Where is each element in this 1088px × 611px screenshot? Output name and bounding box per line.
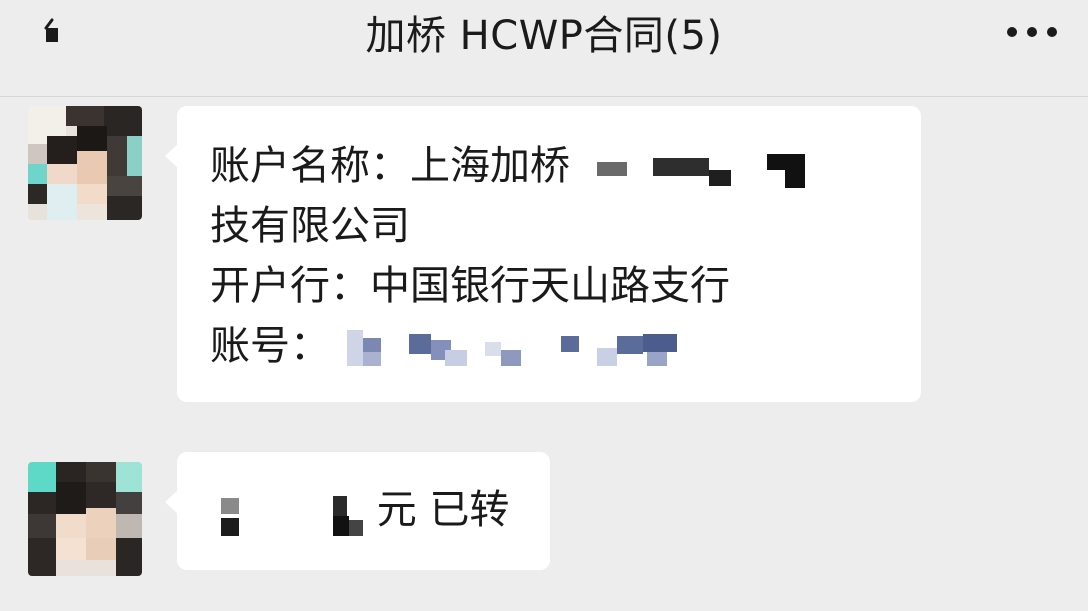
message-line: 开户行：中国银行天山路支行 [210, 263, 730, 309]
redacted-mosaic [596, 148, 807, 188]
redacted-mosaic [346, 326, 687, 370]
message-line: 技有限公司 [210, 203, 410, 249]
account-number-label: 账号： [210, 323, 330, 369]
sender-avatar[interactable] [28, 106, 142, 220]
avatar-2-mosaic [28, 462, 142, 576]
more-options-button[interactable] [1000, 14, 1064, 50]
message-bubble[interactable]: 账户名称：上海加桥 技有限公司 开户行：中国银行天山路支行 账号： [165, 106, 921, 402]
account-name-label: 账户名称：上海加桥 [210, 143, 570, 189]
avatar-1-mosaic [28, 106, 142, 220]
message-line: 账号： [210, 316, 807, 376]
redacted-mosaic [213, 484, 368, 540]
chat-title: 加桥 HCWP合同(5) [365, 13, 723, 59]
message-bubble[interactable]: 元 已转 [165, 452, 550, 570]
message-line: 元 已转 [213, 480, 509, 540]
message-line: 账户名称：上海加桥 [210, 136, 807, 196]
more-dots-icon [1007, 27, 1057, 37]
sender-avatar[interactable] [28, 462, 142, 576]
top-navigation-bar: 加桥 HCWP合同(5) [0, 0, 1088, 97]
message-row: 元 已转 [0, 452, 1088, 592]
transfer-status-text: 元 已转 [376, 487, 510, 533]
message-row: 账户名称：上海加桥 技有限公司 开户行：中国银行天山路支行 账号： [0, 106, 1088, 406]
